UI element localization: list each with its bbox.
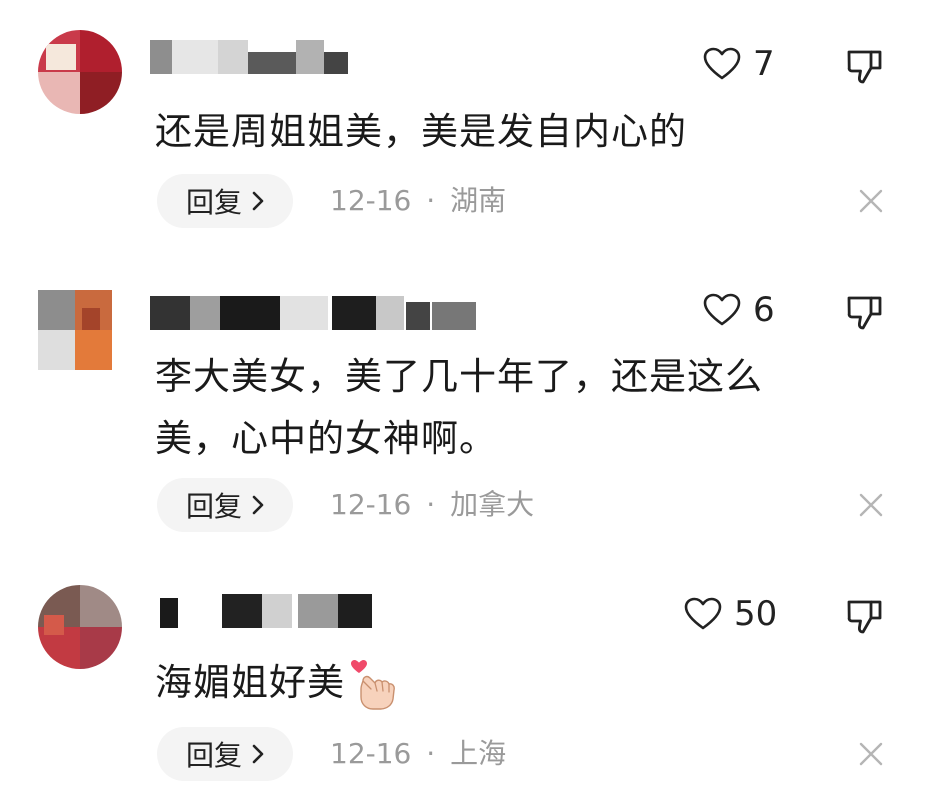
meta-separator: · (426, 184, 436, 217)
heart-icon (703, 293, 741, 326)
comment-location: 上海 (450, 737, 507, 770)
like-button[interactable]: 50 (684, 594, 777, 634)
reply-label: 回复 (185, 490, 242, 523)
reply-button[interactable]: 回复 (157, 727, 293, 781)
close-icon[interactable] (858, 741, 884, 767)
dislike-icon[interactable] (845, 292, 885, 332)
chevron-right-icon (252, 191, 264, 211)
avatar[interactable] (38, 290, 112, 370)
finger-heart-emoji-icon (351, 659, 395, 710)
heart-icon (684, 597, 722, 630)
meta-separator: · (426, 737, 436, 770)
username-redacted[interactable] (150, 40, 490, 74)
comment-meta: 12-16 · 上海 (330, 727, 506, 781)
dislike-icon[interactable] (845, 46, 885, 86)
chevron-right-icon (252, 495, 264, 515)
like-button[interactable]: 7 (703, 44, 775, 84)
comment-location: 加拿大 (450, 488, 535, 521)
reply-label: 回复 (185, 186, 242, 219)
like-count: 50 (734, 594, 778, 634)
reply-label: 回复 (185, 739, 242, 772)
comment-meta: 12-16 · 湖南 (330, 174, 506, 228)
comment-date: 12-16 (330, 737, 412, 770)
comment-date: 12-16 (330, 184, 412, 217)
like-count: 7 (753, 44, 775, 84)
comment-meta: 12-16 · 加拿大 (330, 478, 534, 532)
username-redacted[interactable] (150, 594, 490, 628)
comment-text-line-1: 李大美女，美了几十年了，还是这么 (155, 355, 763, 398)
chevron-right-icon (252, 744, 264, 764)
comment-text-line-2: 美，心中的女神啊。 (155, 417, 497, 460)
comment-location: 湖南 (450, 184, 507, 217)
avatar[interactable] (38, 585, 122, 669)
reply-button[interactable]: 回复 (157, 174, 293, 228)
reply-button[interactable]: 回复 (157, 478, 293, 532)
username-redacted[interactable] (150, 296, 490, 330)
dislike-icon[interactable] (845, 596, 885, 636)
like-count: 6 (753, 290, 775, 330)
like-button[interactable]: 6 (703, 290, 775, 330)
meta-separator: · (426, 488, 436, 521)
comment-text-content: 海媚姐好美 (155, 661, 345, 704)
comment-text: 海媚姐好美 (155, 652, 397, 714)
heart-icon (703, 47, 741, 80)
comment-text: 还是周姐姐美，美是发自内心的 (155, 110, 687, 153)
comment-date: 12-16 (330, 488, 412, 521)
close-icon[interactable] (858, 188, 884, 214)
close-icon[interactable] (858, 492, 884, 518)
avatar[interactable] (38, 30, 122, 114)
